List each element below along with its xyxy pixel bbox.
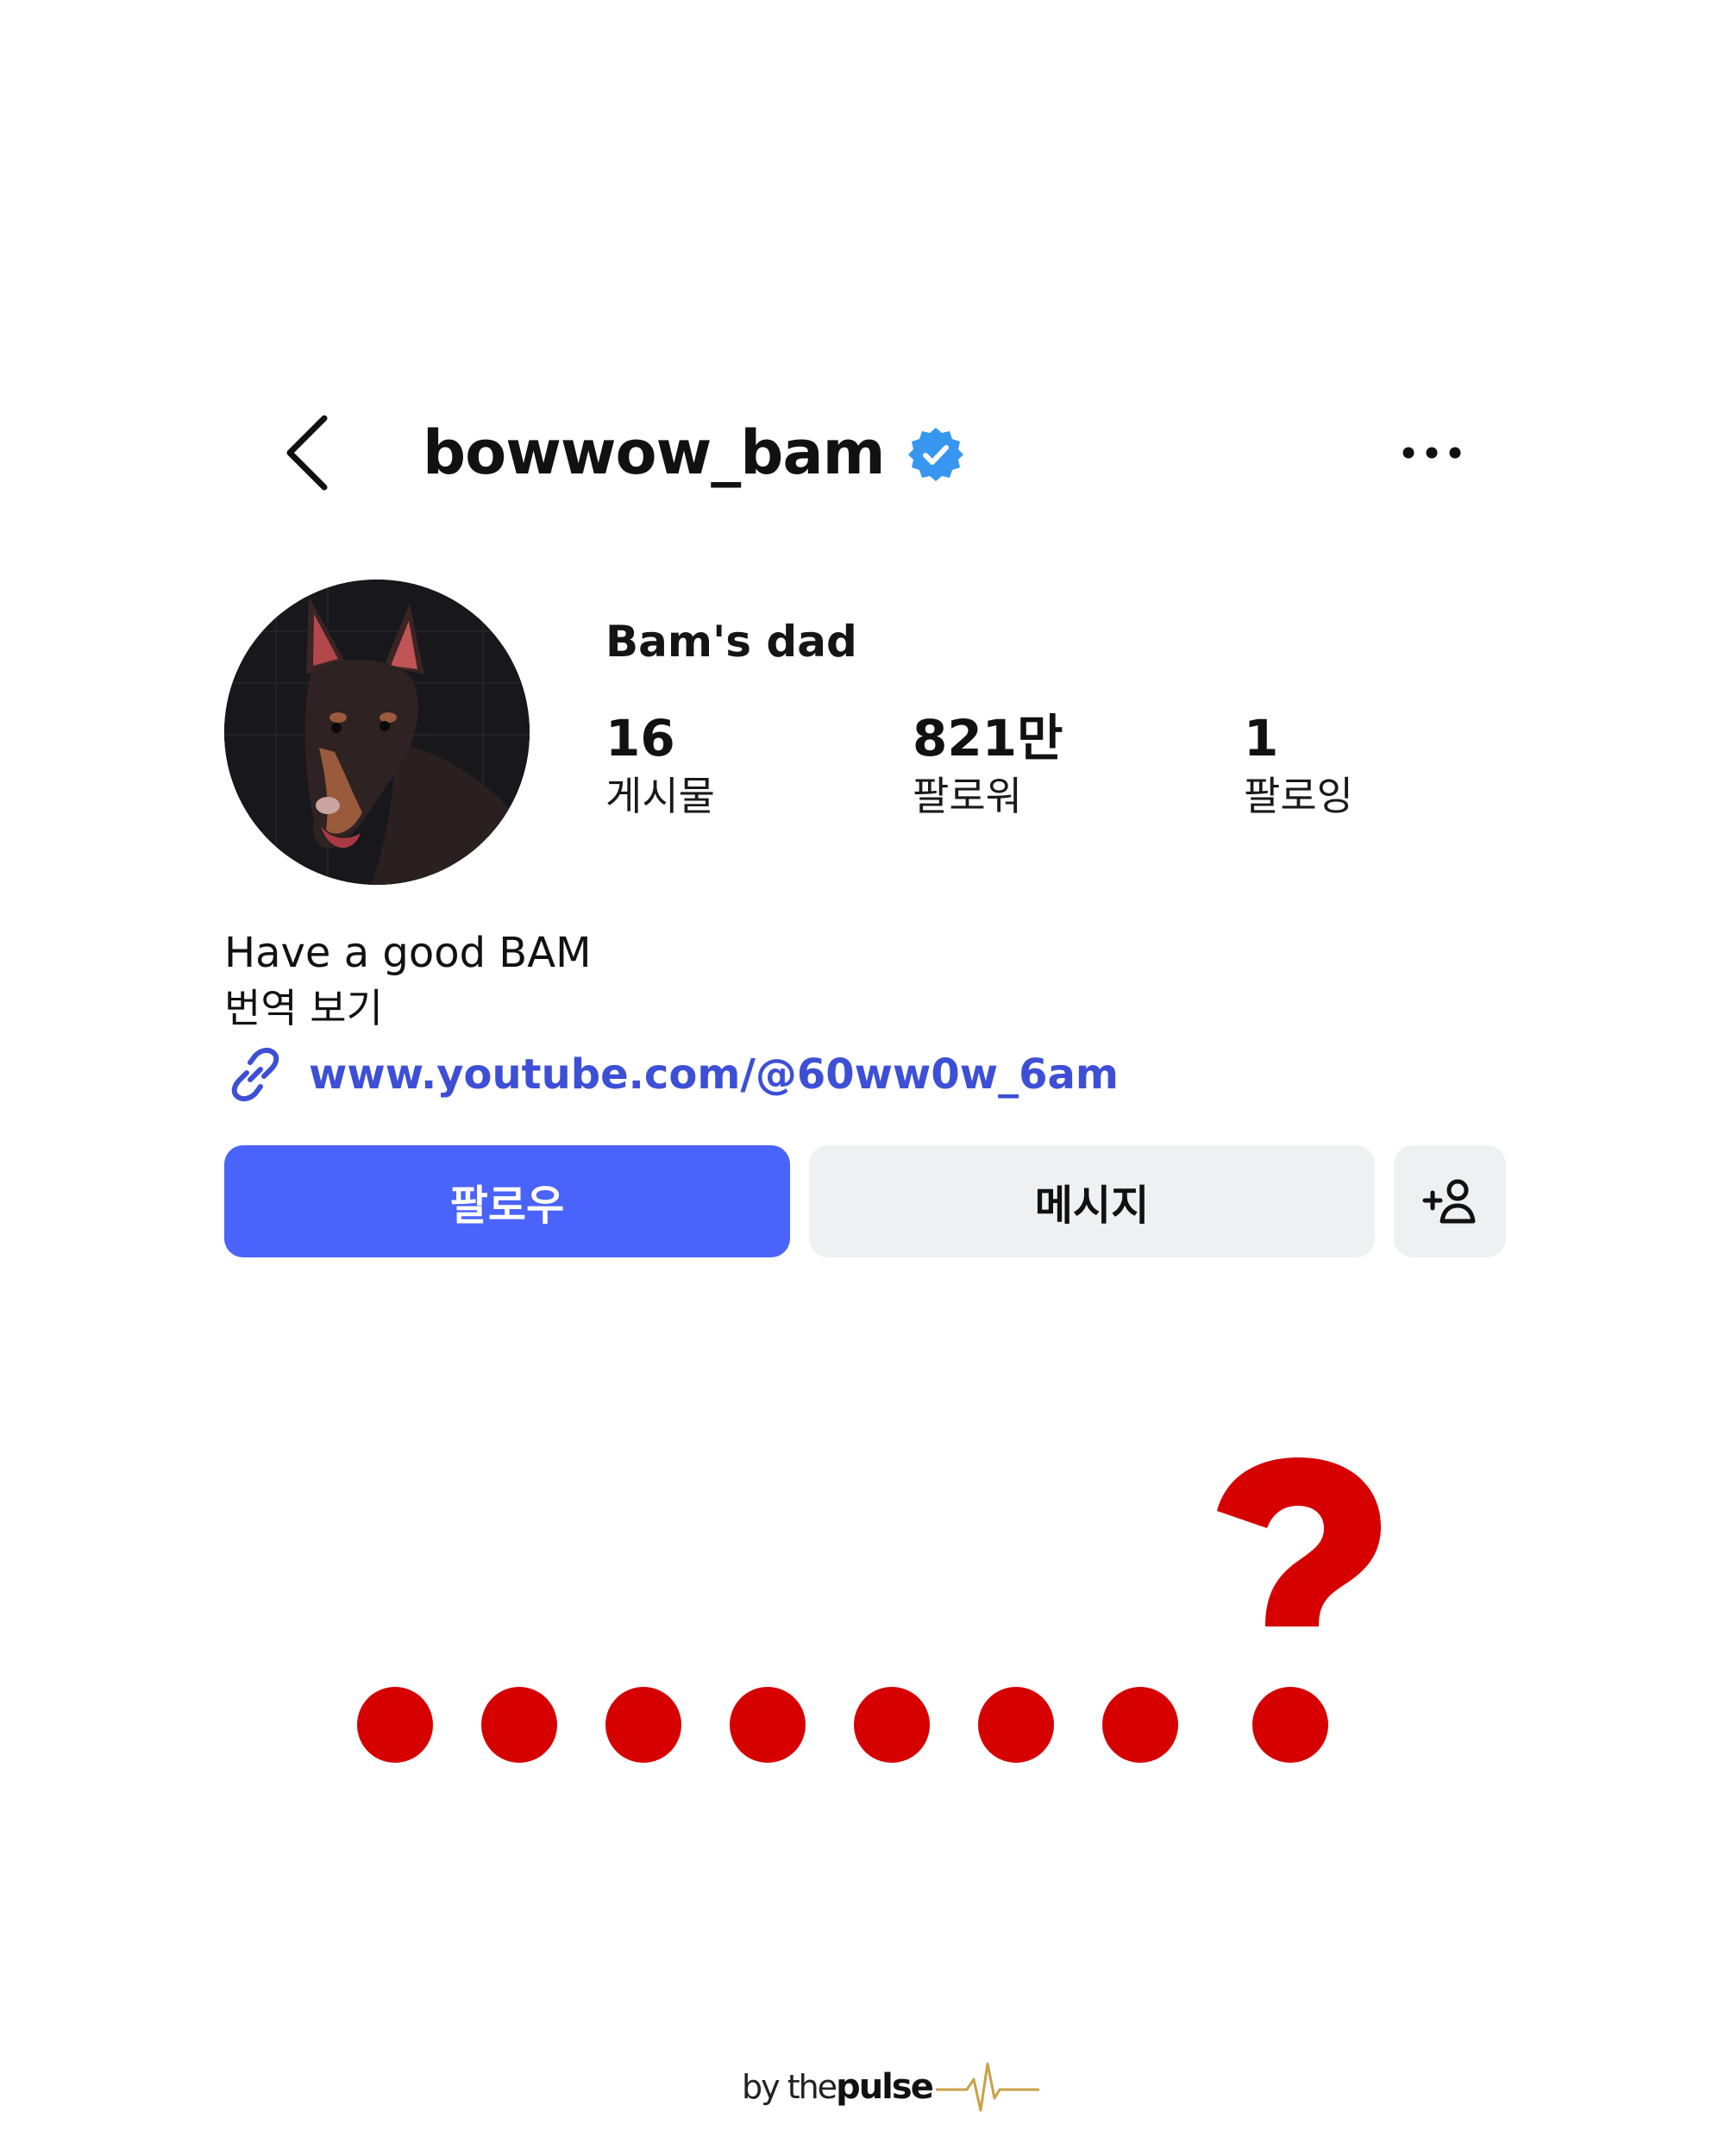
overlay-dot: [1102, 1687, 1178, 1763]
stat-following-label: 팔로잉: [1244, 773, 1353, 819]
stat-following[interactable]: 1 팔로잉: [1244, 707, 1502, 823]
person-add-icon: [1422, 1179, 1476, 1224]
overlay-dot: [357, 1687, 433, 1763]
brand-prefix: by the: [742, 2068, 837, 2106]
avatar[interactable]: [224, 580, 530, 885]
stat-posts-label: 게시물: [605, 773, 715, 819]
overlay-dot: [730, 1687, 806, 1763]
link-text: www.youtube.com/@60ww0w_6am: [309, 1050, 1119, 1099]
overlay-dot: [481, 1687, 557, 1763]
bio-text: Have a good BAM: [224, 929, 592, 977]
question-mark-icon: [1217, 1457, 1381, 1626]
stat-posts[interactable]: 16 게시물: [605, 707, 864, 823]
message-button[interactable]: 메시지: [809, 1145, 1375, 1257]
stat-followers-value: 821만: [913, 709, 1063, 768]
overlay-dot: [854, 1687, 930, 1763]
link-icon: [231, 1047, 279, 1102]
more-horizontal-icon: [1402, 447, 1461, 459]
username-title: bowwow_bam: [423, 417, 886, 488]
overlay-dot: [605, 1687, 681, 1763]
brand-logo: by the pulse: [742, 2057, 1039, 2117]
follow-button[interactable]: 팔로우: [224, 1145, 790, 1257]
more-options-button[interactable]: [1397, 427, 1466, 479]
back-button[interactable]: [274, 410, 343, 496]
verified-badge-icon: [908, 428, 963, 481]
translate-link[interactable]: 번역 보기: [224, 981, 383, 1035]
overlay-dot: [1252, 1687, 1328, 1763]
stat-followers[interactable]: 821만 팔로워: [913, 707, 1171, 823]
brand-name: pulse: [836, 2067, 934, 2107]
display-name: Bam's dad: [605, 617, 857, 667]
chevron-left-icon: [286, 415, 328, 491]
overlay-dot: [978, 1687, 1054, 1763]
dog-avatar-image: [224, 580, 530, 885]
stat-posts-value: 16: [605, 709, 675, 768]
pulse-wave-icon: [935, 2062, 1039, 2112]
add-user-button[interactable]: [1394, 1145, 1506, 1257]
stat-followers-label: 팔로워: [913, 773, 1022, 819]
stat-following-value: 1: [1244, 709, 1279, 768]
profile-link[interactable]: www.youtube.com/@60ww0w_6am: [224, 1042, 1119, 1107]
